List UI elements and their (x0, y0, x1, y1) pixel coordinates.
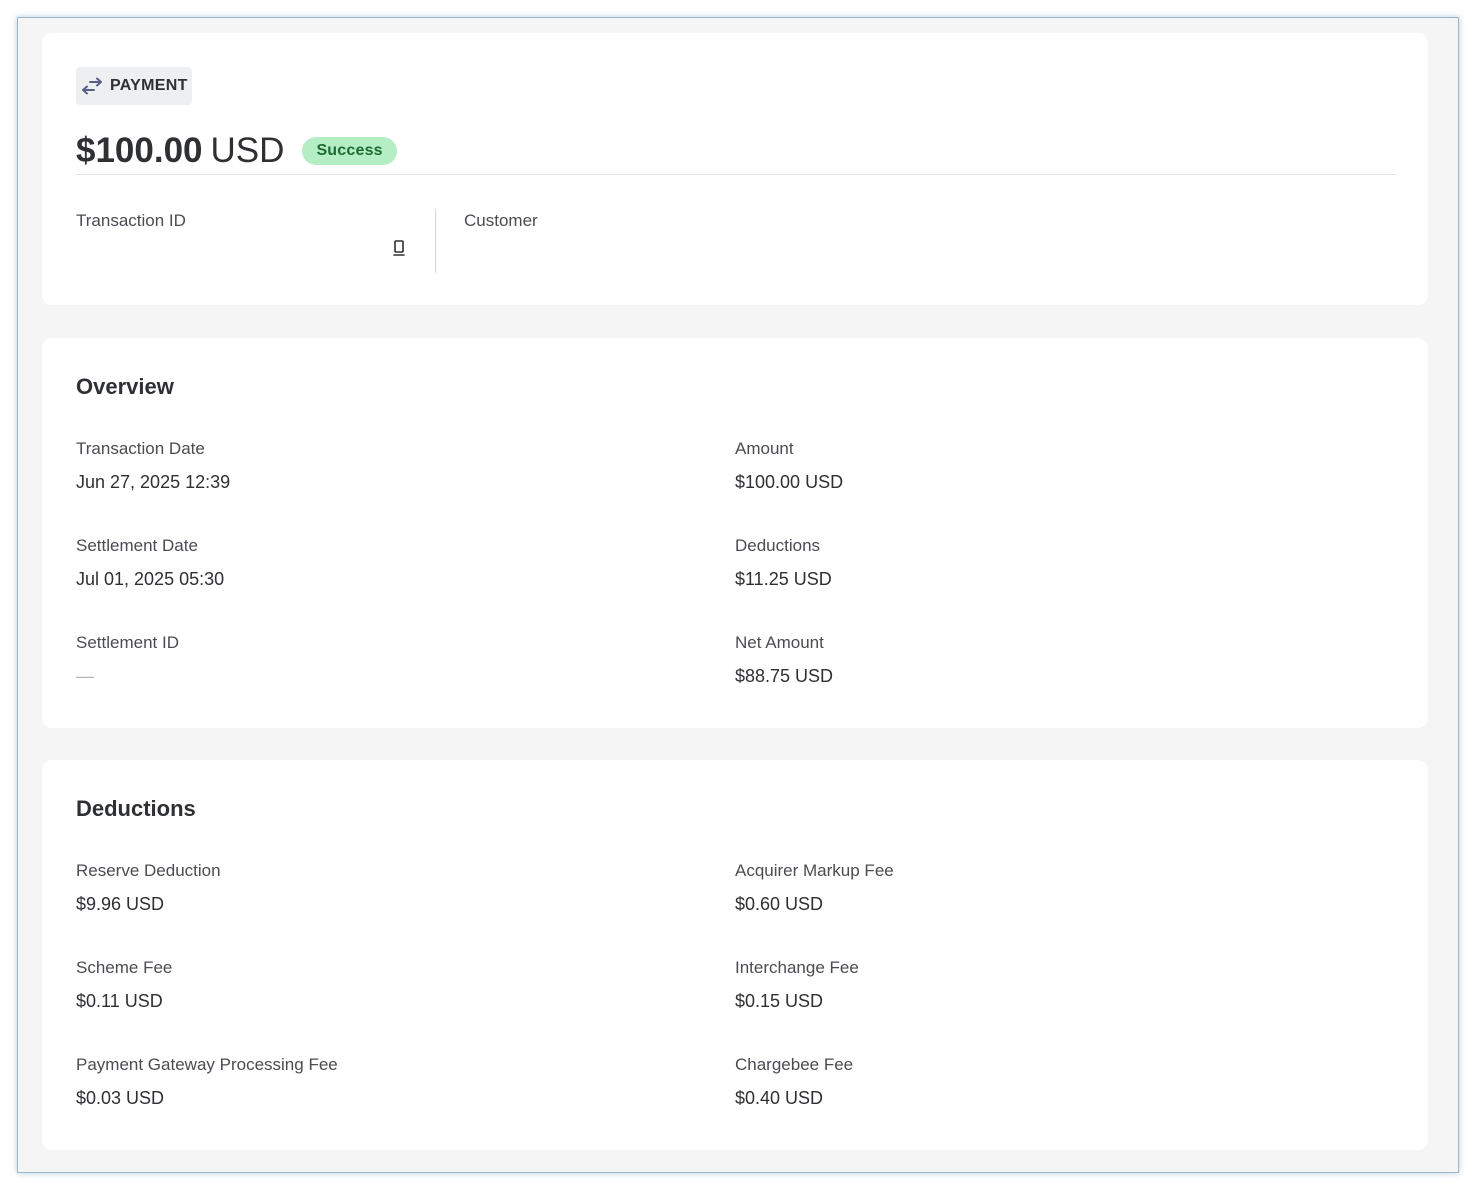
field-value: $0.03 USD (76, 1088, 165, 1108)
field-label: Payment Gateway Processing Fee (76, 1055, 338, 1074)
deductions-card: Deductions Reserve Deduction $9.96 USD A… (42, 760, 1428, 1150)
field-interchange-fee: Interchange Fee $0.15 USD (735, 957, 1335, 1013)
field-label: Deductions (735, 536, 821, 555)
field-value: $0.60 USD (735, 894, 824, 914)
header-divider (76, 174, 1396, 175)
field-label: Transaction Date (76, 439, 205, 458)
status-badge: Success (302, 137, 397, 165)
copy-icon[interactable] (392, 239, 408, 259)
overview-title: Overview (76, 374, 174, 399)
field-chargebee-fee: Chargebee Fee $0.40 USD (735, 1054, 1335, 1110)
transaction-type-chip: PAYMENT (76, 67, 192, 105)
field-acquirer-markup-fee: Acquirer Markup Fee $0.60 USD (735, 860, 1335, 916)
field-label: Chargebee Fee (735, 1055, 854, 1074)
field-deductions: Deductions $11.25 USD (735, 535, 1335, 591)
field-value: $11.25 USD (735, 569, 832, 589)
swap-arrows-icon (80, 75, 104, 97)
field-value: $100.00 USD (735, 472, 844, 492)
field-transaction-date: Transaction Date Jun 27, 2025 12:39 (76, 438, 676, 494)
field-value: — (76, 666, 94, 686)
field-value: Jul 01, 2025 05:30 (76, 569, 225, 589)
deductions-title: Deductions (76, 796, 196, 821)
field-value: $0.11 USD (76, 991, 163, 1011)
field-label: Reserve Deduction (76, 861, 221, 880)
amount-row: $100.00 USD Success (76, 131, 397, 171)
transaction-summary-card: PAYMENT $100.00 USD Success Transaction … (42, 33, 1428, 305)
field-label: Interchange Fee (735, 958, 859, 977)
transaction-currency: USD (210, 131, 285, 170)
field-net-amount: Net Amount $88.75 USD (735, 632, 1335, 688)
field-value: $0.40 USD (735, 1088, 824, 1108)
field-payment-gateway-processing-fee: Payment Gateway Processing Fee $0.03 USD (76, 1054, 676, 1110)
field-value: $0.15 USD (735, 991, 824, 1011)
transaction-type-label: PAYMENT (110, 77, 188, 94)
customer-label: Customer (464, 211, 538, 230)
field-settlement-id: Settlement ID — (76, 632, 676, 688)
header-vertical-divider (435, 209, 436, 273)
field-label: Acquirer Markup Fee (735, 861, 894, 880)
transaction-id-label: Transaction ID (76, 211, 186, 230)
field-settlement-date: Settlement Date Jul 01, 2025 05:30 (76, 535, 676, 591)
field-value: Jun 27, 2025 12:39 (76, 472, 231, 492)
transaction-amount: $100.00 (76, 131, 203, 170)
field-scheme-fee: Scheme Fee $0.11 USD (76, 957, 676, 1013)
field-value: $9.96 USD (76, 894, 165, 914)
field-reserve-deduction: Reserve Deduction $9.96 USD (76, 860, 676, 916)
field-label: Amount (735, 439, 794, 458)
overview-card: Overview Transaction Date Jun 27, 2025 1… (42, 338, 1428, 728)
field-amount: Amount $100.00 USD (735, 438, 1335, 494)
field-label: Settlement Date (76, 536, 198, 555)
field-value: $88.75 USD (735, 666, 834, 686)
field-label: Settlement ID (76, 633, 179, 652)
field-label: Net Amount (735, 633, 824, 652)
transaction-detail-window: PAYMENT $100.00 USD Success Transaction … (17, 17, 1459, 1173)
field-label: Scheme Fee (76, 958, 173, 977)
